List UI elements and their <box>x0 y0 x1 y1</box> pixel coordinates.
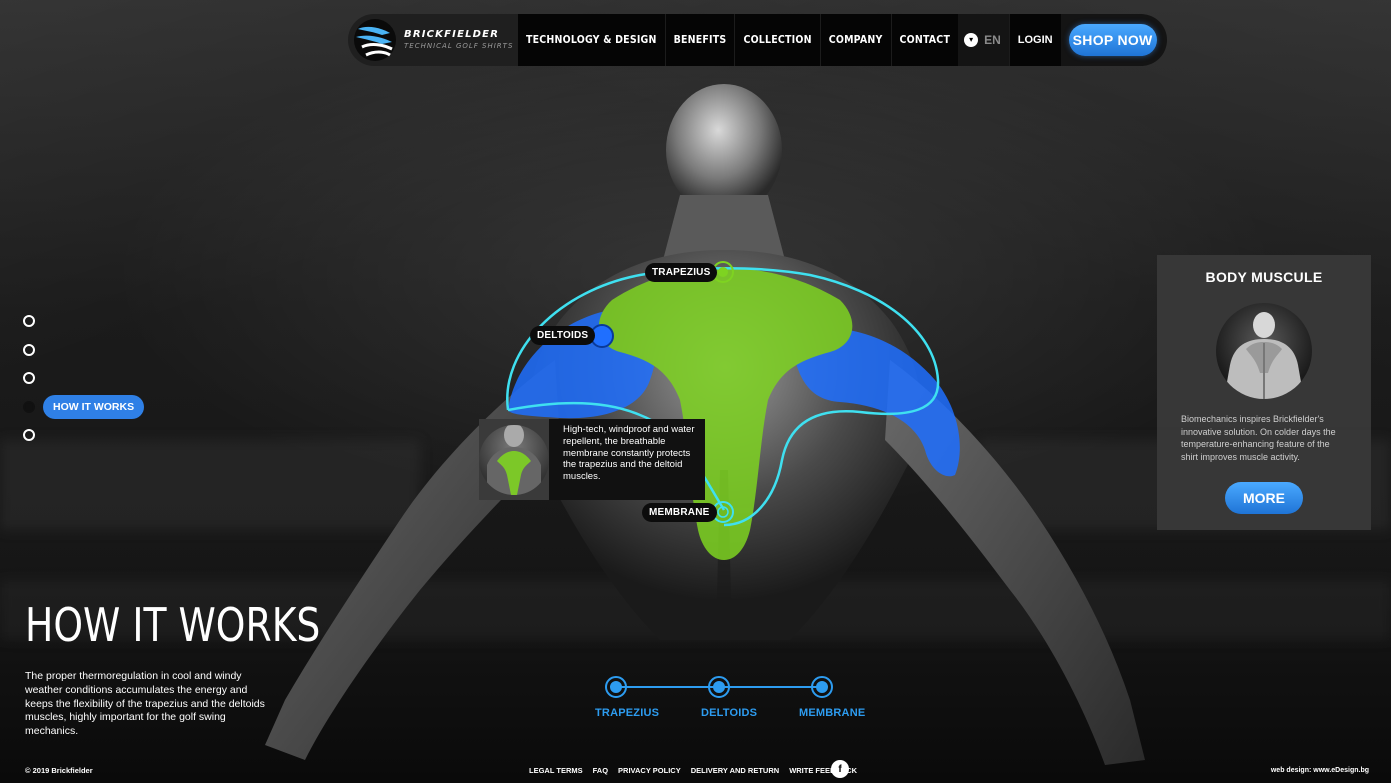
footer-link-privacy-policy[interactable]: PRIVACY POLICY <box>618 766 681 775</box>
back-muscle-thumbnail-icon <box>487 424 541 495</box>
chevron-down-icon: ▾ <box>964 33 979 47</box>
facebook-icon[interactable]: f <box>831 760 849 778</box>
footer-link-faq[interactable]: FAQ <box>593 766 608 775</box>
footer-link-legal-terms[interactable]: LEGAL TERMS <box>529 766 583 775</box>
tooltip-thumbnail <box>479 419 549 500</box>
stepper-label-membrane[interactable]: MEMBRANE <box>799 707 865 719</box>
logo-subtitle: TECHNICAL GOLF SHIRTS <box>404 42 514 50</box>
shop-now-button[interactable]: SHOP NOW <box>1068 24 1157 56</box>
pagination-dot-3[interactable] <box>23 372 35 384</box>
stepper-label-deltoids[interactable]: DELTOIDS <box>701 707 757 719</box>
pagination-dot-5[interactable] <box>23 429 35 441</box>
nav-contact[interactable]: CONTACT <box>892 14 959 66</box>
pagination-dot-4-active[interactable] <box>23 400 35 413</box>
copyright: © 2019 Brickfielder <box>25 766 93 775</box>
card-description: Biomechanics inspires Brickfielder's inn… <box>1181 414 1336 462</box>
stepper-label-trapezius[interactable]: TRAPEZIUS <box>595 707 659 719</box>
site-header: BRICKFIELDER TECHNICAL GOLF SHIRTS TECHN… <box>348 14 1167 66</box>
main-nav: TECHNOLOGY & DESIGN BENEFITS COLLECTION … <box>518 14 959 66</box>
body-muscle-card: BODY MUSCULE Biomechanics inspires Brick… <box>1157 255 1371 530</box>
pagination-active-label[interactable]: HOW IT WORKS <box>43 394 145 419</box>
point-label-membrane[interactable]: MEMBRANE <box>642 503 717 522</box>
login-link[interactable]: LOGIN <box>1008 14 1061 66</box>
hero-description: The proper thermoregulation in cool and … <box>25 670 265 738</box>
membrane-tooltip: High-tech, windproof and water repellent… <box>479 419 705 500</box>
nav-benefits[interactable]: BENEFITS <box>666 14 736 66</box>
language-label: EN <box>984 33 1001 47</box>
point-label-trapezius[interactable]: TRAPEZIUS <box>645 263 718 282</box>
pagination-dot-2[interactable] <box>23 343 35 356</box>
muscle-anatomy-icon <box>1224 312 1304 399</box>
web-design-credit[interactable]: web design: www.eDesign.bg <box>1271 767 1369 774</box>
footer-link-delivery-return[interactable]: DELIVERY AND RETURN <box>691 766 779 775</box>
point-label-deltoids[interactable]: DELTOIDS <box>530 326 596 345</box>
logo-mark-icon <box>354 19 396 61</box>
footer-links: LEGAL TERMS FAQ PRIVACY POLICY DELIVERY … <box>529 766 857 775</box>
nav-technology-design[interactable]: TECHNOLOGY & DESIGN <box>518 14 666 66</box>
language-selector[interactable]: ▾ EN <box>958 14 1009 66</box>
tooltip-text: High-tech, windproof and water repellent… <box>563 424 695 483</box>
nav-company[interactable]: COMPANY <box>821 14 892 66</box>
page-title: HOW IT WORKS <box>25 598 321 652</box>
brand-logo[interactable]: BRICKFIELDER TECHNICAL GOLF SHIRTS <box>348 14 518 66</box>
card-title: BODY MUSCULE <box>1205 269 1323 285</box>
nav-collection[interactable]: COLLECTION <box>735 14 821 66</box>
card-muscle-image <box>1216 303 1312 399</box>
pagination-dot-1[interactable] <box>23 315 35 327</box>
more-button[interactable]: MORE <box>1225 482 1303 514</box>
logo-title: BRICKFIELDER <box>404 29 500 40</box>
